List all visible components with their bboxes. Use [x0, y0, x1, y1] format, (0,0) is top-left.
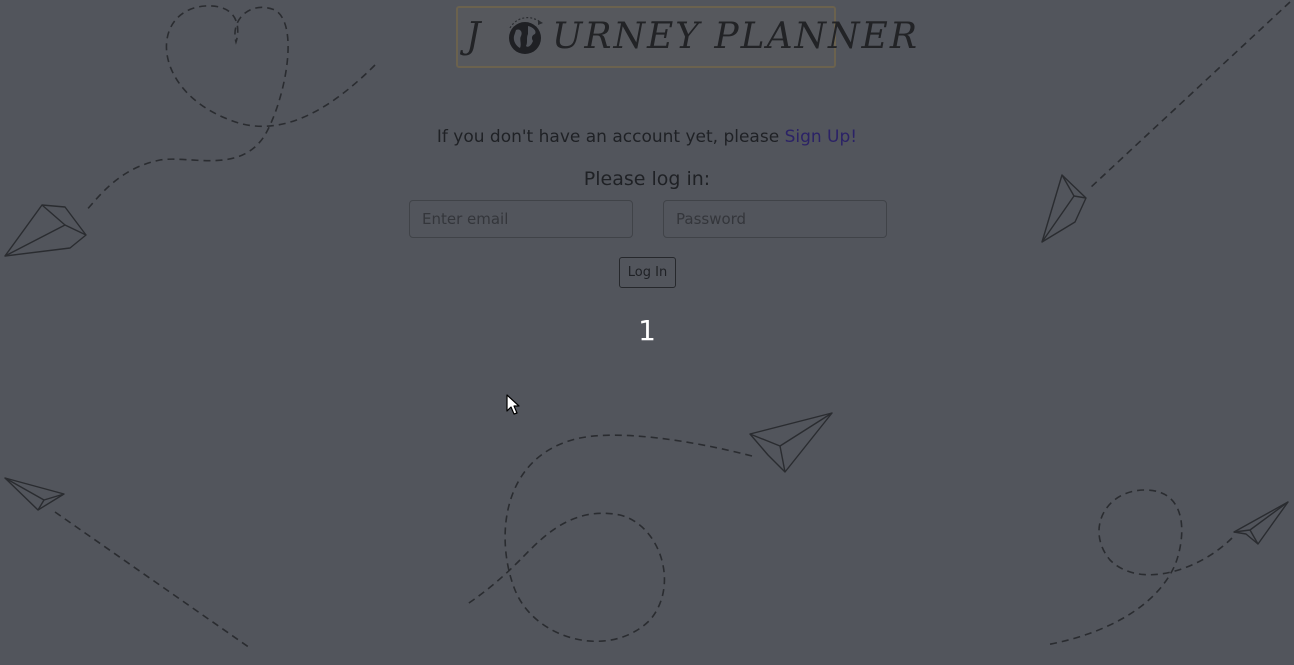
mouse-pointer-icon [506, 394, 520, 415]
password-field[interactable] [663, 200, 887, 238]
dashed-flight-path [465, 434, 753, 643]
login-button[interactable]: Log In [619, 257, 676, 288]
signup-link[interactable]: Sign Up [785, 127, 851, 147]
counter-value: 1 [638, 314, 656, 347]
signup-prompt-suffix: ! [850, 127, 858, 147]
dashed-flight-path [54, 511, 251, 649]
dashed-flight-path [1089, 1, 1291, 189]
paper-plane-icon [4, 477, 65, 511]
email-field[interactable] [409, 200, 633, 238]
logo-letter-j: J [466, 16, 483, 57]
journey-planner-logo[interactable]: J URNEY PLANNER [456, 6, 917, 68]
paper-plane-icon [749, 412, 833, 473]
signup-prompt-text: If you don't have an account yet, please [436, 127, 785, 147]
login-heading: Please log in: [583, 168, 711, 190]
paper-plane-icon [4, 204, 87, 257]
globe-icon [509, 17, 543, 54]
paper-plane-icon [1233, 501, 1289, 545]
logo-text: URNEY PLANNER [552, 16, 919, 57]
login-page: J URNEY PLANNER If you don't have an acc… [0, 0, 1294, 665]
dashed-flight-path [1045, 489, 1233, 646]
signup-prompt: If you don't have an account yet, please… [0, 127, 1294, 147]
